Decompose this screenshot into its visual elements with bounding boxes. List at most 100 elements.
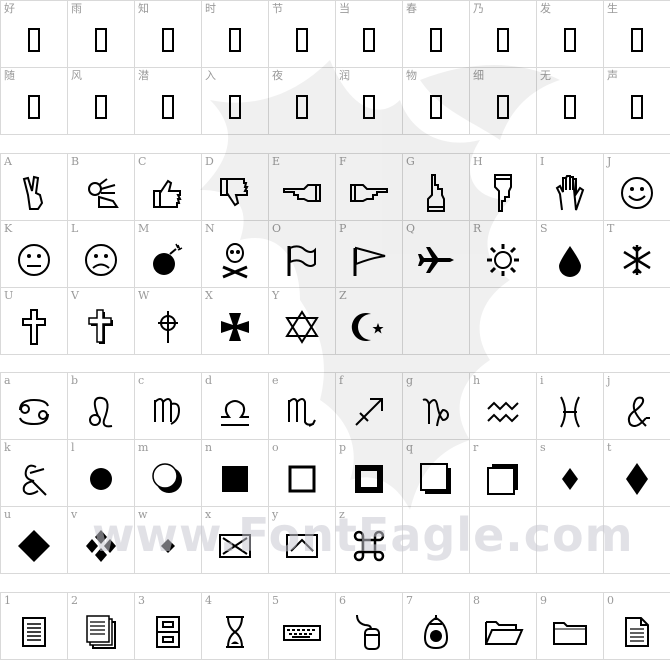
point-left-icon — [269, 166, 335, 220]
pennant-icon — [336, 233, 402, 287]
libra-icon — [202, 385, 268, 439]
glyph-cell — [470, 507, 537, 574]
point-down-icon — [470, 166, 536, 220]
glyph-cell: 知 — [135, 1, 202, 68]
maltese-cross-icon — [202, 300, 268, 354]
latin-cross-icon — [1, 300, 67, 354]
glyph-cell: R — [470, 221, 537, 288]
mouse-icon — [336, 605, 402, 659]
glyph-cell: 生 — [604, 1, 670, 68]
bomb-icon — [135, 233, 201, 287]
glyph-cell: Z — [336, 288, 403, 355]
glyph-cell: z — [336, 507, 403, 574]
black-circle-icon — [68, 452, 134, 506]
missing-glyph-box — [269, 13, 335, 67]
open-hand-icon — [537, 166, 603, 220]
document-icon — [1, 605, 67, 659]
glyph-cell: Q — [403, 221, 470, 288]
glyph-cell — [403, 288, 470, 355]
neutral-face-icon — [1, 233, 67, 287]
glyph-cell: U — [1, 288, 68, 355]
glyph-cell: S — [537, 221, 604, 288]
skull-crossbones-icon — [202, 233, 268, 287]
missing-glyph-box — [403, 13, 469, 67]
victory-hand-icon — [1, 166, 67, 220]
pisces-icon — [537, 385, 603, 439]
shadow-square-upper-right-icon — [470, 452, 536, 506]
glyph-block-3: abcdefghij klmnopqrst uvwxyz — [0, 372, 670, 574]
glyph-cell: x — [202, 507, 269, 574]
boxed-x-icon — [202, 519, 268, 573]
glyph-cell: v — [68, 507, 135, 574]
glyph-cell: 0 — [604, 593, 670, 660]
small-diamond-icon — [537, 452, 603, 506]
tall-diamond-icon — [604, 452, 670, 506]
glyph-cell: I — [537, 154, 604, 221]
glyph-cell: u — [1, 507, 68, 574]
glyph-cell: 乃 — [470, 1, 537, 68]
glyph-cell: l — [68, 440, 135, 507]
smiley-icon — [604, 166, 670, 220]
glyph-cell: A — [1, 154, 68, 221]
file-cabinet-icon — [135, 605, 201, 659]
glyph-cell: 1 — [1, 593, 68, 660]
capricorn-icon — [403, 385, 469, 439]
missing-glyph-box — [269, 80, 335, 134]
glyph-cell: T — [604, 221, 670, 288]
frown-face-icon — [68, 233, 134, 287]
glyph-cell — [537, 288, 604, 355]
glyph-cell: G — [403, 154, 470, 221]
missing-glyph-box — [336, 80, 402, 134]
glyph-cell: r — [470, 440, 537, 507]
missing-glyph-box — [135, 13, 201, 67]
hourglass-icon — [202, 605, 268, 659]
glyph-cell: 入 — [202, 68, 269, 135]
celtic-cross-icon — [135, 300, 201, 354]
glyph-cell: 发 — [537, 1, 604, 68]
bold-hollow-square-icon — [336, 452, 402, 506]
star-of-david-icon — [269, 300, 335, 354]
glyph-cell: K — [1, 221, 68, 288]
glyph-cell: 润 — [336, 68, 403, 135]
leo-icon — [68, 385, 134, 439]
black-square-icon — [202, 452, 268, 506]
closed-folder-icon — [537, 605, 603, 659]
glyph-cell: 春 — [403, 1, 470, 68]
glyph-cell: f — [336, 373, 403, 440]
tiny-diamond-icon — [135, 519, 201, 573]
glyph-cell: 9 — [537, 593, 604, 660]
missing-glyph-box — [537, 13, 603, 67]
glyph-cell: d — [202, 373, 269, 440]
scorpio-icon — [269, 385, 335, 439]
missing-glyph-box — [403, 80, 469, 134]
glyph-cell: V — [68, 288, 135, 355]
glyph-cell: J — [604, 154, 670, 221]
glyph-cell: O — [269, 221, 336, 288]
glyph-cell: y — [269, 507, 336, 574]
documents-stack-icon — [68, 605, 134, 659]
glyph-cell: P — [336, 221, 403, 288]
missing-glyph-box — [604, 13, 670, 67]
glyph-cell: m — [135, 440, 202, 507]
glyph-cell: 夜 — [269, 68, 336, 135]
missing-glyph-box — [604, 80, 670, 134]
glyph-cell: D — [202, 154, 269, 221]
glyph-cell: 3 — [135, 593, 202, 660]
glyph-cell: w — [135, 507, 202, 574]
glyph-cell: o — [269, 440, 336, 507]
airplane-icon — [403, 233, 469, 287]
snowflake-icon — [604, 233, 670, 287]
droplet-icon — [537, 233, 603, 287]
sun-icon — [470, 233, 536, 287]
trackball-icon — [403, 605, 469, 659]
shadowed-cross-icon — [68, 300, 134, 354]
star-crescent-icon — [336, 300, 402, 354]
glyph-cell — [604, 288, 670, 355]
glyph-cell: H — [470, 154, 537, 221]
glyph-cell: 风 — [68, 68, 135, 135]
missing-glyph-box — [202, 80, 268, 134]
cancer-icon — [1, 385, 67, 439]
glyph-block-1: 好雨知时节当春乃发生随风潜入夜润物细无声 — [0, 0, 670, 135]
four-diamonds-icon — [68, 519, 134, 573]
point-right-icon — [336, 166, 402, 220]
